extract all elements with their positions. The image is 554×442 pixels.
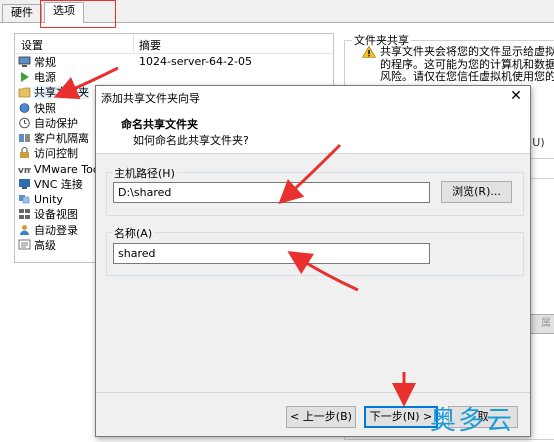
list-header: 设置 摘要 — [15, 34, 333, 54]
annotation-box — [40, 0, 116, 28]
divider — [530, 178, 554, 179]
settings-item-device-view[interactable]: 设备视图 — [18, 207, 78, 222]
summary-value: 1024-server-64-2-05 — [139, 55, 252, 68]
settings-item-vnc[interactable]: VNC 连接 — [18, 177, 83, 192]
dialog-titlebar[interactable]: 添加共享文件夹向导 ✕ — [96, 86, 530, 108]
settings-item-unity[interactable]: Unity — [18, 192, 63, 207]
next-button[interactable]: 下一步(N) > — [364, 406, 438, 428]
monitor-icon — [18, 56, 31, 68]
settings-item-general[interactable]: 常规 — [18, 55, 56, 70]
add-shared-folder-dialog: 添加共享文件夹向导 ✕ 命名共享文件夹 如何命名此共享文件夹? 主机路径(H) … — [95, 85, 531, 437]
folder-icon — [18, 86, 31, 98]
dialog-title: 添加共享文件夹向导 — [101, 92, 200, 105]
wizard-header: 命名共享文件夹 如何命名此共享文件夹? — [96, 108, 530, 154]
column-setting[interactable]: 设置 — [21, 37, 43, 53]
unity-icon — [18, 193, 31, 205]
column-divider — [133, 34, 134, 54]
settings-item-shared-folders[interactable]: 共享文件夹 — [18, 85, 89, 100]
vnc-icon — [18, 178, 31, 190]
name-label: 名称(A) — [112, 225, 155, 241]
back-button[interactable]: < 上一步(B) — [286, 406, 356, 428]
access-icon — [18, 147, 31, 159]
wizard-subheading: 如何命名此共享文件夹? — [133, 134, 249, 147]
name-input[interactable] — [113, 243, 430, 264]
footer-divider — [96, 392, 530, 393]
host-path-label: 主机路径(H) — [112, 165, 177, 181]
settings-item-autologin[interactable]: 自动登录 — [18, 223, 78, 238]
watermark: 奥多云 — [430, 406, 515, 436]
snapshot-icon — [18, 102, 31, 114]
settings-item-autoprotect[interactable]: 自动保护 — [18, 116, 78, 131]
warning-icon — [361, 45, 377, 58]
divider — [530, 158, 554, 159]
browse-button[interactable]: 浏览(R)... — [441, 181, 512, 203]
vmware-icon: vm — [18, 163, 33, 176]
settings-item-vmware-tools[interactable]: vm VMware Too — [18, 162, 100, 177]
settings-item-guest-isolation[interactable]: 客户机隔离 — [18, 131, 89, 146]
settings-item-advanced[interactable]: 高级 — [18, 238, 56, 253]
column-summary[interactable]: 摘要 — [139, 37, 161, 53]
properties-button[interactable]: 属 — [528, 314, 554, 334]
host-path-input[interactable] — [113, 182, 430, 203]
close-icon[interactable]: ✕ — [508, 88, 524, 104]
tab-hardware[interactable]: 硬件 — [2, 4, 42, 22]
user-icon — [18, 224, 31, 236]
svg-text:vm: vm — [18, 166, 31, 175]
settings-item-power[interactable]: 电源 — [18, 70, 56, 85]
warning-text: 共享文件夹会将您的文件显示给虚拟机 的程序。这可能为您的计算机和数据带 风险。请… — [380, 46, 554, 83]
settings-item-access-control[interactable]: 访问控制 — [18, 146, 78, 161]
clock-icon — [18, 117, 31, 129]
settings-item-snapshots[interactable]: 快照 — [18, 101, 56, 116]
isolation-icon — [18, 132, 31, 144]
wizard-heading: 命名共享文件夹 — [121, 118, 198, 131]
play-icon — [18, 71, 31, 83]
device-icon — [18, 208, 31, 220]
advanced-icon — [18, 239, 31, 251]
